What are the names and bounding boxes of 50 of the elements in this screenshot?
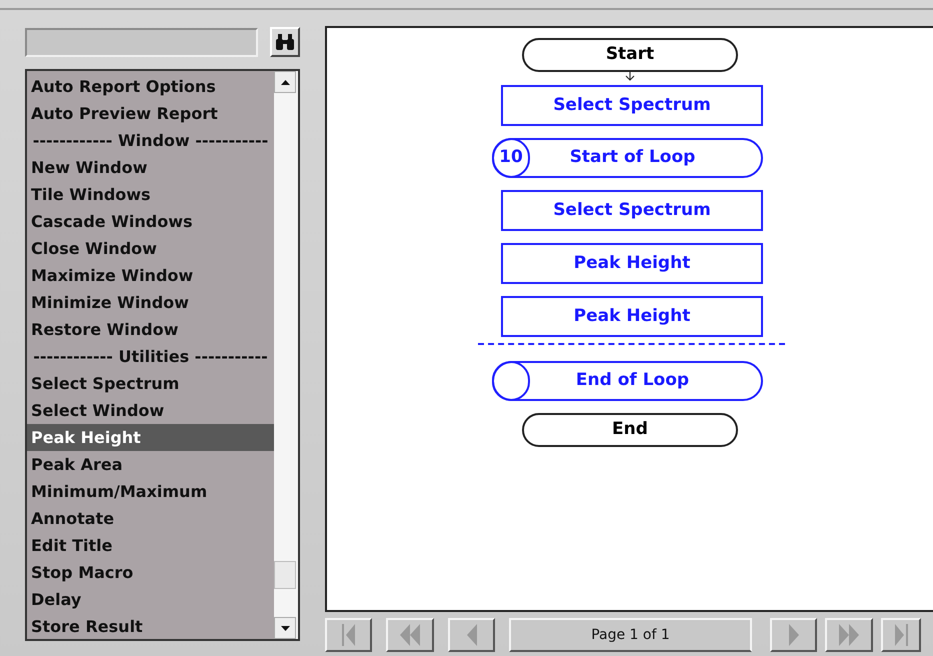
list-item[interactable]: Edit Title xyxy=(27,532,274,559)
list-item[interactable]: Store Result xyxy=(27,613,274,640)
search-button[interactable] xyxy=(270,27,300,57)
list-item[interactable]: Peak Area xyxy=(27,451,274,478)
list-item[interactable]: Auto Report Options xyxy=(27,73,274,100)
up-arrow-icon xyxy=(280,80,290,84)
next-icon xyxy=(788,624,800,646)
list-separator: ------------ Utilities ----------- xyxy=(32,346,269,368)
terminal-node: End xyxy=(522,413,738,447)
list-item[interactable]: Stop Macro xyxy=(27,559,274,586)
list-item[interactable]: Minimize Window xyxy=(27,289,274,316)
process-node: Select Spectrum xyxy=(501,190,763,231)
previous-icon xyxy=(466,624,478,646)
scrollbar[interactable] xyxy=(274,71,298,639)
loop-node: End of Loop xyxy=(492,361,763,401)
loop-node: 10 Start of Loop xyxy=(492,138,763,178)
list-item[interactable]: Annotate xyxy=(27,505,274,532)
list-item[interactable]: Maximize Window xyxy=(27,262,274,289)
search-field[interactable] xyxy=(25,28,258,56)
process-node: Select Spectrum xyxy=(501,85,763,126)
down-arrow-icon xyxy=(280,626,290,630)
first-page-button[interactable] xyxy=(325,618,372,652)
list-separator: ------------ Window ----------- xyxy=(32,130,270,152)
list-item[interactable]: New Window xyxy=(27,154,274,181)
list-item[interactable]: Close Window xyxy=(27,235,274,262)
next-page-button[interactable] xyxy=(770,618,817,652)
rewind-icon xyxy=(399,624,421,646)
last-page-button[interactable] xyxy=(881,618,921,652)
terminal-node: Start xyxy=(522,38,738,72)
process-node: Peak Height xyxy=(501,243,763,284)
list-item[interactable]: Auto Preview Report xyxy=(27,100,274,127)
page-indicator: Page 1 of 1 xyxy=(509,618,752,652)
list-item[interactable]: Peak Height xyxy=(27,424,274,451)
process-node: Peak Height xyxy=(501,296,763,337)
down-arrow-icon xyxy=(625,71,635,81)
list-item[interactable]: Select Window xyxy=(27,397,274,424)
list-item[interactable]: Tile Windows xyxy=(27,181,274,208)
list-item[interactable]: Delay xyxy=(27,586,274,613)
list-item[interactable]: Cascade Windows xyxy=(27,208,274,235)
last-page-icon xyxy=(894,624,908,646)
list-item[interactable]: Restore Window xyxy=(27,316,274,343)
fast-forward-button[interactable] xyxy=(825,618,873,652)
fast-forward-icon xyxy=(838,624,860,646)
rewind-button[interactable] xyxy=(386,618,434,652)
scrollbar-thumb[interactable] xyxy=(274,561,296,589)
list-item[interactable]: Minimum/Maximum xyxy=(27,478,274,505)
list-item[interactable]: Select Spectrum xyxy=(27,370,274,397)
first-page-icon xyxy=(342,624,356,646)
previous-page-button[interactable] xyxy=(448,618,495,652)
binoculars-icon xyxy=(275,33,295,51)
